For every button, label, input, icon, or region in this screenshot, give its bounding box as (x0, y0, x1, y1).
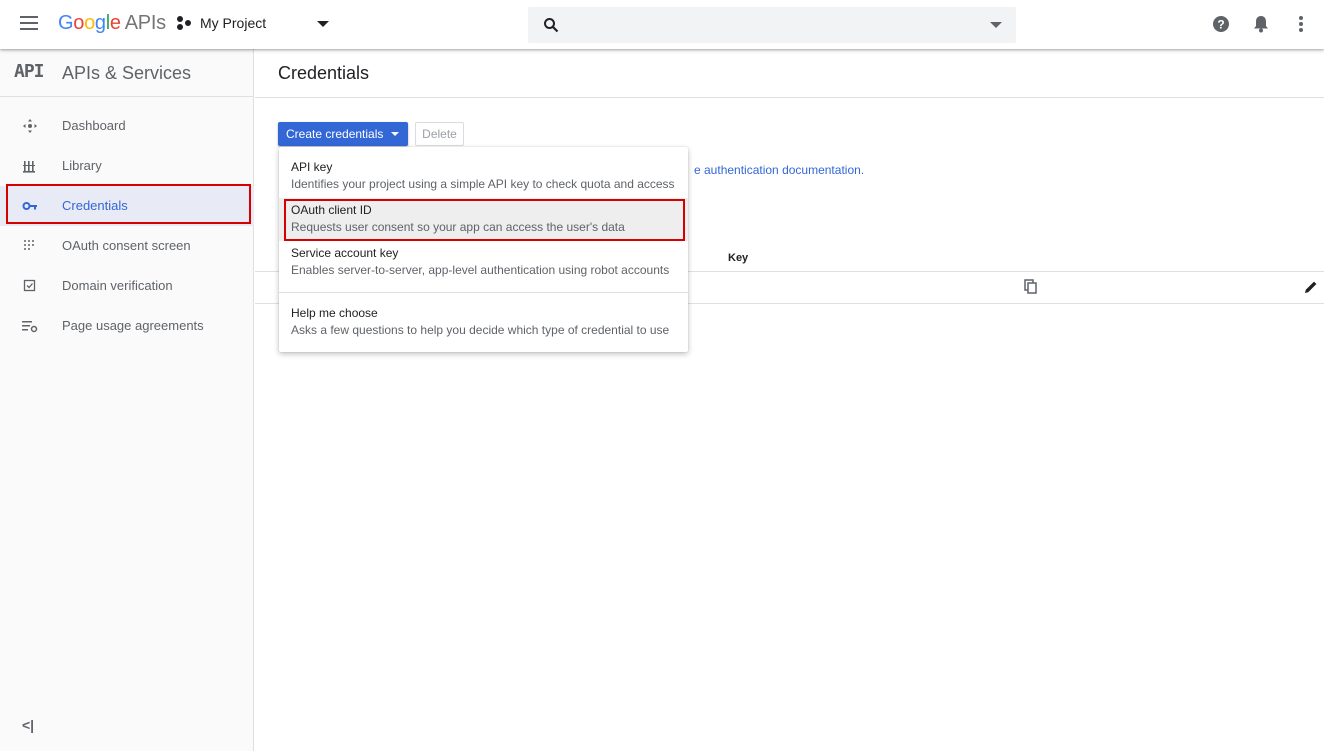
menu-item-oauth-client-id[interactable]: OAuth client ID Requests user consent so… (279, 198, 688, 241)
create-credentials-menu: API key Identifies your project using a … (279, 147, 688, 352)
sidebar-item-label: Domain verification (62, 278, 173, 293)
library-icon (23, 161, 35, 173)
menu-item-description: Identifies your project using a simple A… (291, 177, 675, 191)
copy-icon[interactable] (1023, 279, 1039, 295)
sidebar-item-label: Dashboard (62, 118, 126, 133)
notifications-bell-icon[interactable] (1251, 14, 1271, 34)
menu-item-title: API key (291, 160, 333, 174)
sidebar-item-label: Page usage agreements (62, 318, 204, 333)
checkbox-icon (23, 279, 36, 292)
arrow-drop-down-icon (391, 132, 399, 136)
menu-item-title: OAuth client ID (291, 203, 372, 217)
menu-divider (279, 292, 688, 293)
more-vert-icon[interactable] (1291, 14, 1311, 34)
sidebar-item-label: OAuth consent screen (62, 238, 191, 253)
search-dropdown-icon[interactable] (990, 22, 1002, 28)
column-header-key: Key (728, 252, 749, 264)
search-bar[interactable] (528, 7, 1016, 43)
edit-pencil-icon[interactable] (1303, 279, 1319, 295)
sidebar-item-credentials[interactable]: Credentials (0, 186, 254, 226)
search-input[interactable] (572, 13, 972, 37)
sidebar-item-library[interactable]: Library (0, 146, 254, 186)
delete-button[interactable]: Delete (415, 122, 464, 146)
key-icon (22, 202, 37, 210)
search-icon (544, 18, 559, 33)
create-credentials-button[interactable]: Create credentials (278, 122, 408, 146)
help-icon[interactable]: ? (1211, 14, 1231, 34)
collapse-sidebar-icon[interactable]: <| (22, 717, 34, 733)
project-dropdown-icon[interactable] (317, 21, 329, 27)
page-header: Credentials (255, 49, 1324, 98)
sidebar: API APIs & Services Dashboard Library Cr… (0, 49, 254, 751)
project-selector[interactable]: My Project (176, 15, 266, 31)
sidebar-title: APIs & Services (62, 63, 192, 83)
menu-item-api-key[interactable]: API key Identifies your project using a … (279, 155, 688, 198)
dashboard-icon (23, 119, 37, 133)
project-name: My Project (200, 15, 267, 31)
menu-item-title: Service account key (291, 246, 399, 260)
menu-item-description: Requests user consent so your app can ac… (291, 220, 625, 234)
menu-item-title: Help me choose (291, 306, 378, 320)
menu-item-description: Enables server-to-server, app-level auth… (291, 263, 670, 277)
page-title: Credentials (278, 63, 370, 83)
hamburger-menu-icon[interactable] (20, 16, 40, 32)
sidebar-item-label: Credentials (62, 198, 128, 213)
top-app-bar: Google APIs My Project ? (0, 0, 1324, 49)
menu-item-description: Asks a few questions to help you decide … (291, 323, 670, 337)
menu-item-help-me-choose[interactable]: Help me choose Asks a few questions to h… (279, 301, 688, 344)
sidebar-header: API APIs & Services (0, 49, 253, 97)
api-logo-icon: API (14, 61, 44, 82)
sidebar-item-dashboard[interactable]: Dashboard (0, 106, 254, 146)
project-icon (177, 16, 191, 30)
create-credentials-label: Create credentials (286, 127, 384, 141)
menu-item-service-account-key[interactable]: Service account key Enables server-to-se… (279, 241, 688, 284)
consent-icon (24, 240, 34, 250)
google-apis-logo[interactable]: Google APIs (58, 12, 166, 35)
sidebar-item-label: Library (62, 158, 102, 173)
settings-list-icon (22, 321, 38, 333)
sidebar-item-domain-verification[interactable]: Domain verification (0, 266, 254, 306)
svg-text:?: ? (1217, 18, 1224, 32)
sidebar-item-oauth-consent-screen[interactable]: OAuth consent screen (0, 226, 254, 266)
sidebar-item-page-usage-agreements[interactable]: Page usage agreements (0, 306, 254, 346)
authentication-documentation-link[interactable]: e authentication documentation. (694, 163, 864, 177)
